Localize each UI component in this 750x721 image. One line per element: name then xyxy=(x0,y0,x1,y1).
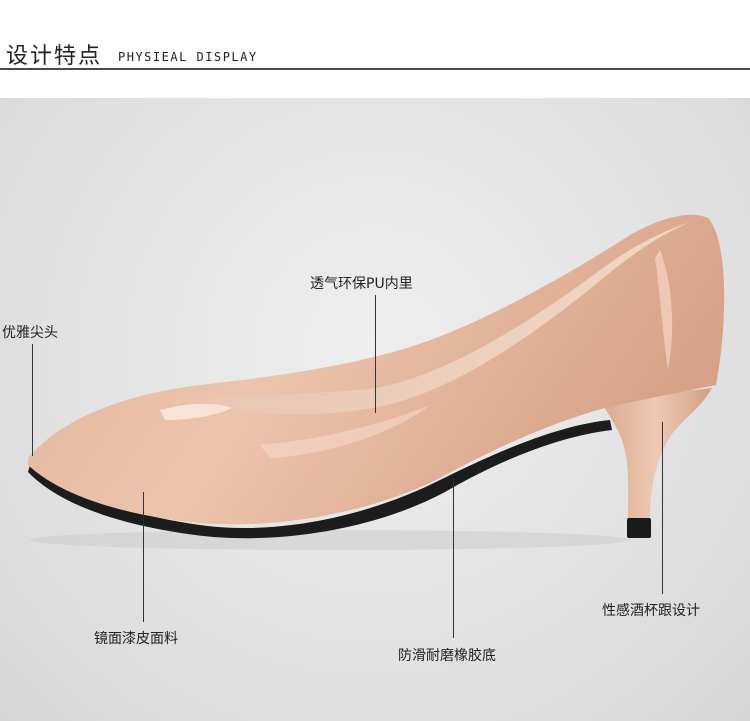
callout-upper: 镜面漆皮面料 xyxy=(94,631,178,647)
callout-upper-pointer xyxy=(143,492,144,622)
heel-tip xyxy=(627,518,651,538)
callout-heel-pointer xyxy=(662,422,663,594)
heel xyxy=(600,388,712,522)
floor-shadow xyxy=(30,530,630,550)
callout-toe-pointer xyxy=(32,344,33,456)
callout-sole-pointer xyxy=(453,478,454,638)
callout-sole: 防滑耐磨橡胶底 xyxy=(398,648,496,664)
callout-toe: 优雅尖头 xyxy=(2,325,58,341)
callout-lining-pointer xyxy=(375,295,376,413)
callout-heel: 性感酒杯跟设计 xyxy=(602,603,700,619)
callout-lining: 透气环保PU内里 xyxy=(310,276,413,292)
